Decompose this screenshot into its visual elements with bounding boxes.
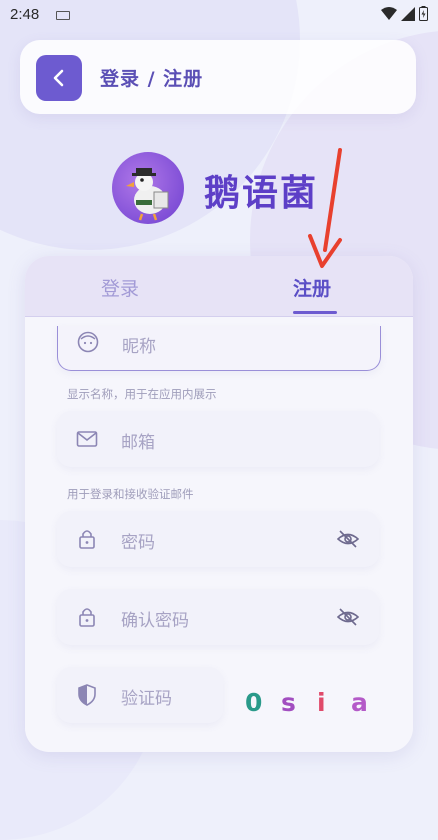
- tab-indicator: [293, 311, 337, 314]
- eye-off-icon[interactable]: [337, 529, 359, 549]
- shield-icon: [78, 684, 96, 706]
- keyboard-icon: [56, 11, 70, 20]
- app-name: 鹅语菌: [204, 173, 319, 214]
- wifi-icon: [381, 6, 397, 20]
- password-input[interactable]: 密码: [121, 528, 155, 553]
- captcha-char: 0: [245, 688, 263, 717]
- header-bar: 登录 / 注册: [20, 40, 416, 114]
- status-bar: 2:48: [0, 0, 438, 30]
- eye-off-icon[interactable]: [337, 607, 359, 627]
- captcha-char: i: [317, 688, 326, 717]
- status-time: 2:48: [10, 6, 40, 23]
- goose-mascot-icon: [126, 168, 169, 221]
- nickname-field[interactable]: 昵称: [57, 326, 381, 371]
- captcha-field[interactable]: 验证码: [57, 667, 223, 723]
- captcha-char: s: [281, 688, 296, 717]
- tab-login[interactable]: 登录: [101, 274, 139, 301]
- nickname-input[interactable]: 昵称: [122, 332, 156, 357]
- email-field[interactable]: 邮箱: [57, 411, 379, 467]
- mail-icon: [76, 431, 98, 447]
- page-title: 登录 / 注册: [100, 68, 204, 90]
- signal-icon: [401, 6, 415, 21]
- app-logo: [112, 152, 184, 224]
- lock-icon: [79, 608, 95, 627]
- face-icon: [77, 331, 99, 353]
- email-helper: 用于登录和接收验证邮件: [67, 487, 194, 501]
- chevron-left-icon: [53, 69, 64, 87]
- lock-icon: [79, 530, 95, 549]
- battery-icon: [419, 6, 428, 21]
- captcha-input[interactable]: 验证码: [121, 684, 172, 709]
- auth-tabs: 登录 注册: [25, 256, 413, 317]
- captcha-image[interactable]: 0 s i a: [245, 684, 375, 724]
- nickname-helper: 显示名称，用于在应用内展示: [67, 387, 217, 401]
- email-input[interactable]: 邮箱: [121, 428, 155, 453]
- status-icons: [381, 6, 428, 21]
- password-field[interactable]: 密码: [57, 511, 379, 567]
- confirm-password-field[interactable]: 确认密码: [57, 589, 379, 645]
- confirm-password-input[interactable]: 确认密码: [121, 606, 189, 631]
- tab-register[interactable]: 注册: [293, 274, 331, 301]
- captcha-char: a: [351, 688, 368, 717]
- auth-card: 登录 注册 昵称 显示名称，用于在应用内展示 邮箱 用于登录和接收验证邮件 密码: [25, 256, 413, 752]
- back-button[interactable]: [36, 55, 82, 101]
